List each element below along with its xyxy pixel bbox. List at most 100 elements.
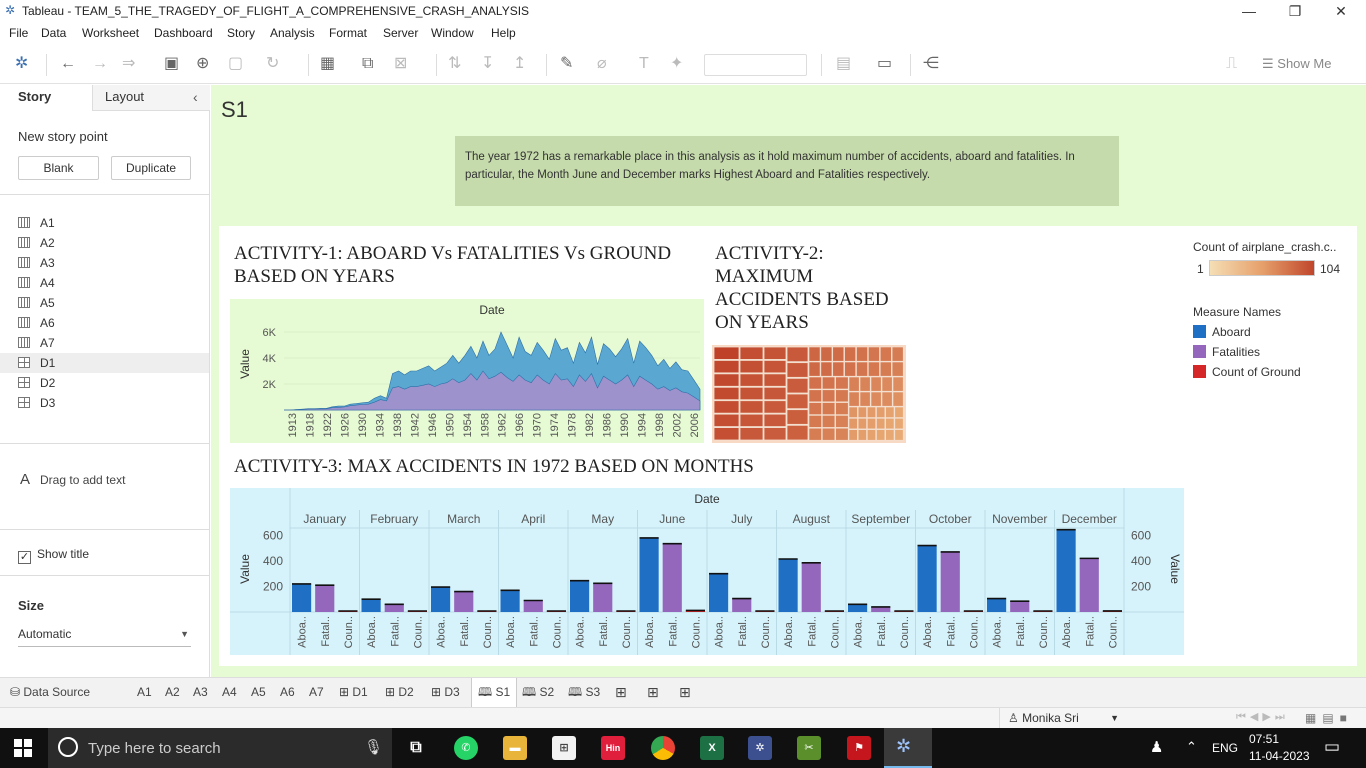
tableau-active-task[interactable]: ✲ (884, 728, 932, 768)
show-title-checkbox[interactable]: ✓ Show title (18, 547, 89, 564)
treemap-cell[interactable] (763, 360, 787, 374)
treemap-cell[interactable] (713, 373, 740, 387)
treemap-cell[interactable] (739, 373, 764, 387)
treemap-cell[interactable] (832, 361, 845, 377)
clock-date[interactable]: 11-04-2023 (1249, 749, 1310, 763)
treemap-cell[interactable] (786, 393, 809, 410)
menu-format[interactable]: Format (329, 26, 367, 40)
close-button[interactable]: ✕ (1318, 0, 1364, 22)
bar-fatalities[interactable] (315, 585, 335, 612)
bar-aboard[interactable] (570, 580, 590, 612)
treemap-cell[interactable] (763, 413, 787, 427)
tableau-reader-icon[interactable]: ✲ (748, 736, 772, 760)
bar-aboard[interactable] (848, 604, 868, 612)
fix-axes-icon[interactable]: ✦ (670, 54, 683, 74)
treemap-cell[interactable] (857, 418, 867, 430)
treemap-cell[interactable] (808, 427, 822, 441)
treemap-cell[interactable] (832, 346, 845, 362)
sheet-item-d1[interactable]: D1 (18, 354, 55, 372)
tab-s3[interactable]: 🕮 S3 (568, 678, 600, 707)
undo-icon[interactable]: ← (60, 54, 76, 74)
treemap-cell[interactable] (835, 427, 849, 441)
redo-icon[interactable]: → (92, 54, 108, 74)
legend-item-count-of-ground[interactable]: Count of Ground (1193, 365, 1301, 379)
treemap-cell[interactable] (835, 402, 849, 415)
tab-a1[interactable]: A1 (137, 678, 152, 707)
tab-story[interactable]: Story (0, 85, 92, 111)
search-box[interactable]: Type here to search 🎙 (48, 728, 392, 768)
bar-fatalities[interactable] (1010, 601, 1030, 612)
bar-fatalities[interactable] (732, 598, 752, 612)
treemap-cell[interactable] (822, 376, 836, 390)
treemap-cell[interactable] (867, 406, 876, 418)
treemap-cell[interactable] (713, 360, 740, 374)
activity1-area-chart[interactable]: Date Value 2K 4K 6K 1913 1918 1922 1926 1930 19… (230, 299, 704, 443)
user-dropdown[interactable]: ♙ Monika Sri ▼ (999, 708, 1125, 728)
treemap-cell[interactable] (808, 346, 821, 362)
clear-sheet-icon[interactable]: ⊠ (394, 54, 407, 74)
bar-fatalities[interactable] (801, 562, 821, 612)
sheet-item-a5[interactable]: A5 (18, 294, 55, 312)
share-icon[interactable]: ⋲ (923, 54, 939, 74)
save-icon[interactable]: ▣ (164, 54, 179, 74)
show-me-button[interactable]: ☰ Show Me (1262, 54, 1331, 74)
menu-server[interactable]: Server (383, 26, 418, 40)
bar-aboard[interactable] (917, 545, 937, 612)
legend-item-aboard[interactable]: Aboard (1193, 325, 1251, 339)
sheet-item-a2[interactable]: A2 (18, 234, 55, 252)
treemap-cell[interactable] (763, 400, 787, 414)
treemap-cell[interactable] (822, 402, 836, 415)
treemap-cell[interactable] (891, 346, 904, 362)
tab-d2[interactable]: ⊞ D2 (385, 678, 414, 707)
sort-asc-icon[interactable]: ↧ (481, 54, 494, 74)
bar-aboard[interactable] (987, 598, 1007, 612)
bar-fatalities[interactable] (454, 591, 474, 612)
activity3-bar-chart[interactable]: Date Value Value 200 200 400 400 600 600 Janu… (230, 488, 1184, 655)
treemap-cell[interactable] (739, 346, 764, 360)
menu-worksheet[interactable]: Worksheet (82, 26, 139, 40)
duplicate-button[interactable]: Duplicate (111, 156, 191, 180)
treemap-cell[interactable] (713, 400, 740, 414)
bar-fatalities[interactable] (384, 604, 404, 612)
menu-story[interactable]: Story (227, 26, 255, 40)
treemap-cell[interactable] (835, 376, 849, 390)
treemap-cell[interactable] (808, 361, 821, 377)
menu-analysis[interactable]: Analysis (270, 26, 315, 40)
treemap-cell[interactable] (885, 406, 895, 418)
treemap-cell[interactable] (786, 409, 809, 425)
treemap-cell[interactable] (786, 346, 809, 363)
treemap-cell[interactable] (879, 346, 892, 362)
treemap-cell[interactable] (808, 402, 822, 415)
treemap-cell[interactable] (857, 406, 867, 418)
treemap-cell[interactable] (859, 391, 871, 407)
treemap-cell[interactable] (763, 386, 787, 401)
treemap-cell[interactable] (868, 346, 880, 362)
treemap-cell[interactable] (739, 400, 764, 414)
treemap-cell[interactable] (848, 406, 858, 418)
treemap-cell[interactable] (870, 376, 882, 392)
bar-aboard[interactable] (778, 559, 798, 612)
notification-icon[interactable]: ▭ (1324, 737, 1340, 757)
new-story-tab-icon[interactable]: ⊞ (679, 678, 691, 707)
bar-aboard[interactable] (431, 587, 451, 612)
sheet-item-d3[interactable]: D3 (18, 394, 55, 412)
treemap-cell[interactable] (713, 346, 740, 360)
treemap-cell[interactable] (894, 429, 904, 441)
treemap-cell[interactable] (844, 346, 856, 362)
treemap-cell[interactable] (857, 429, 867, 441)
treemap-cell[interactable] (739, 360, 764, 374)
treemap-cell[interactable] (892, 376, 904, 392)
treemap-cell[interactable] (808, 389, 822, 403)
treemap-cell[interactable] (892, 391, 904, 407)
whatsapp-icon[interactable]: ✆ (454, 736, 478, 760)
treemap-cell[interactable] (894, 418, 904, 430)
tab-a6[interactable]: A6 (280, 678, 295, 707)
bar-aboard[interactable] (361, 599, 381, 612)
treemap-cell[interactable] (820, 346, 833, 362)
drag-to-add-text[interactable]: A Drag to add text (20, 471, 125, 488)
tab-s1[interactable]: 🕮 S1 (471, 678, 518, 707)
treemap-cell[interactable] (713, 386, 740, 401)
treemap-cell[interactable] (808, 376, 822, 390)
show-cards-icon[interactable]: ▤ (836, 54, 851, 74)
presentation-icon[interactable]: ▭ (877, 54, 892, 74)
